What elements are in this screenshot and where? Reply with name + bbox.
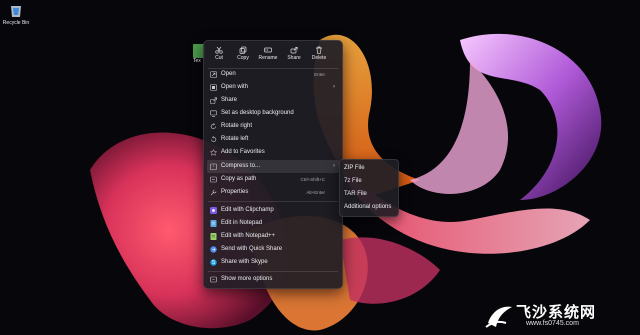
more-options-icon	[210, 276, 217, 283]
menu-item-edit-with-notepadpp[interactable]: Edit with Notepad++	[207, 230, 339, 243]
menu-item-label: Copy as path	[221, 176, 257, 182]
menu-item-edit-with-clipchamp[interactable]: Edit with Clipchamp	[207, 204, 339, 217]
share-label: Share	[287, 55, 301, 61]
notepadpp-icon	[210, 233, 217, 240]
menu-item-share-with-skype[interactable]: S Share with Skype	[207, 256, 339, 269]
chevron-right-icon: ›	[333, 84, 335, 90]
delete-button[interactable]: Delete	[307, 44, 331, 68]
menu-item-label: Set as desktop background	[221, 110, 294, 116]
file-label: Tex	[193, 58, 201, 64]
submenu-item-tar[interactable]: TAR File	[344, 188, 396, 201]
rotate-right-icon	[210, 123, 217, 130]
menu-item-rotate-right[interactable]: Rotate right	[207, 120, 339, 133]
star-icon	[209, 148, 218, 156]
menu-item-label: Share	[221, 97, 238, 103]
copy-button[interactable]: Copy	[231, 44, 255, 68]
menu-divider	[208, 271, 338, 272]
submenu-item-zip[interactable]: ZIP File	[344, 162, 396, 175]
menu-item-edit-in-notepad[interactable]: Edit in Notepad	[207, 217, 339, 230]
menu-item-send-with-quick-share[interactable]: Send with Quick Share	[207, 243, 339, 256]
recycle-bin-label: Recycle Bin	[2, 20, 30, 26]
clipchamp-icon	[210, 207, 217, 214]
delete-label: Delete	[311, 55, 327, 61]
menu-item-label: Share with Skype	[221, 259, 268, 265]
menu-item-label: Show more options	[221, 276, 273, 282]
menu-item-label: Rotate left	[221, 136, 249, 142]
context-menu: Cut Copy Rename Share Delete Open Enter …	[203, 40, 343, 289]
skype-icon: S	[210, 259, 217, 266]
menu-item-set-desktop-background[interactable]: Set as desktop background	[207, 107, 339, 120]
wrench-icon	[210, 189, 217, 196]
chevron-right-icon: ›	[333, 163, 335, 169]
copy-icon	[239, 46, 247, 54]
menu-item-label: Add to Favorites	[221, 149, 265, 155]
watermark-title: 飞沙系统网	[516, 304, 597, 321]
open-with-icon	[210, 84, 217, 91]
shortcut-text: Alt+Enter	[306, 190, 325, 195]
cut-label: Cut	[215, 55, 223, 61]
menu-item-properties[interactable]: Properties Alt+Enter	[207, 186, 339, 199]
rotate-left-icon	[210, 136, 217, 143]
notepad-icon	[210, 220, 217, 227]
copy-label: Copy	[237, 55, 249, 61]
menu-item-label: Edit in Notepad	[221, 220, 263, 226]
menu-item-show-more-options[interactable]: Show more options	[207, 273, 339, 286]
share-button[interactable]: Share	[282, 44, 306, 68]
submenu-item-7z[interactable]: 7z File	[344, 175, 396, 188]
shortcut-text: Ctrl+Shift+C	[300, 177, 325, 182]
rename-button[interactable]: Rename	[256, 44, 280, 68]
scissors-icon	[215, 46, 223, 54]
desktop-icon	[210, 110, 217, 117]
menu-item-label: Open	[221, 71, 236, 77]
recycle-bin-desktop-icon[interactable]: Recycle Bin	[2, 3, 30, 26]
share-icon	[210, 97, 217, 104]
menu-item-label: Edit with Clipchamp	[221, 207, 274, 213]
site-watermark: 飞沙系统网 www.fs0745.com	[484, 301, 634, 329]
menu-item-share[interactable]: Share	[207, 94, 339, 107]
menu-item-copy-as-path[interactable]: Copy as path Ctrl+Shift+C	[207, 173, 339, 186]
archive-icon	[210, 163, 217, 170]
shortcut-text: Enter	[314, 72, 325, 77]
menu-item-rotate-left[interactable]: Rotate left	[207, 133, 339, 146]
submenu-item-additional-options[interactable]: Additional options	[344, 201, 396, 214]
menu-divider	[208, 201, 338, 202]
path-icon	[210, 176, 217, 183]
menu-item-label: Open with	[221, 84, 249, 90]
menu-item-open-with[interactable]: Open with ›	[207, 81, 339, 94]
menu-item-add-to-favorites[interactable]: Add to Favorites	[207, 146, 339, 159]
menu-item-label: Edit with Notepad++	[221, 233, 276, 239]
menu-item-open[interactable]: Open Enter	[207, 68, 339, 81]
compress-submenu: ZIP File 7z File TAR File Additional opt…	[339, 159, 399, 217]
menu-item-compress-to[interactable]: Compress to... ›	[207, 160, 339, 173]
watermark-url: www.fs0745.com	[526, 320, 579, 327]
quick-share-icon	[210, 246, 217, 253]
open-icon	[210, 71, 217, 78]
rename-icon	[264, 47, 272, 53]
rename-label: Rename	[258, 55, 278, 61]
context-menu-toolbar: Cut Copy Rename Share Delete	[204, 44, 342, 68]
menu-item-label: Send with Quick Share	[221, 246, 283, 252]
recycle-bin-icon	[11, 6, 21, 17]
trash-icon	[316, 46, 322, 54]
menu-item-label: Rotate right	[221, 123, 253, 129]
menu-item-label: Compress to...	[221, 163, 261, 169]
share-icon	[290, 46, 298, 54]
watermark-logo-icon	[485, 306, 512, 328]
cut-button[interactable]: Cut	[207, 44, 231, 68]
menu-item-label: Properties	[221, 189, 249, 195]
